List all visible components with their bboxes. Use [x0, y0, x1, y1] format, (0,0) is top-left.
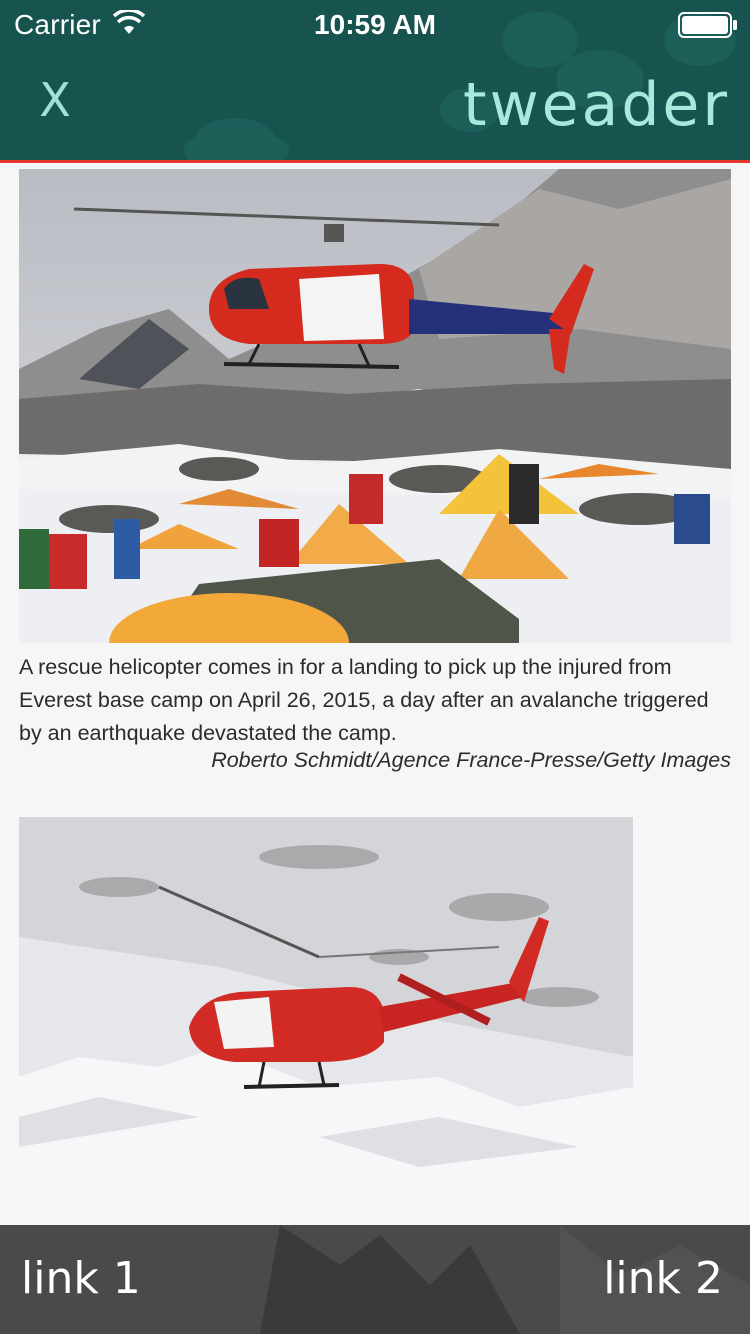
bottom-link-bar: link 1 link 2	[0, 1225, 750, 1334]
app-header: Carrier 10:59 AM X tweader	[0, 0, 750, 163]
photo-caption: A rescue helicopter comes in for a landi…	[19, 655, 709, 745]
helicopter-snow-photo	[19, 817, 633, 1223]
article-content: A rescue helicopter comes in for a landi…	[0, 163, 750, 1223]
helicopter-base-camp-photo	[19, 169, 731, 643]
status-bar: Carrier 10:59 AM	[0, 0, 750, 52]
link-1[interactable]: link 1	[21, 1253, 141, 1304]
battery-icon	[678, 12, 737, 38]
photo-credit: Roberto Schmidt/Agence France-Presse/Get…	[211, 748, 731, 772]
clock: 10:59 AM	[314, 9, 436, 40]
app-logo: tweader	[463, 70, 730, 140]
close-button[interactable]: X	[30, 72, 80, 128]
link-2[interactable]: link 2	[603, 1253, 723, 1304]
